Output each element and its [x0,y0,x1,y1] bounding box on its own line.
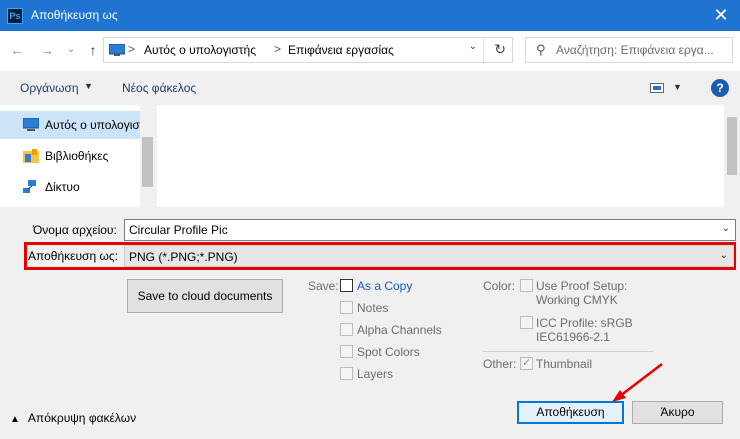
photoshop-logo-icon: Ps [7,8,23,24]
use-proof-setup-label: Use Proof Setup: [536,279,628,293]
title-bar: Ps Αποθήκευση ως ✕ [0,0,740,31]
other-options-caption: Other: [483,357,517,371]
save-type-chevron-icon[interactable]: ⌄ [720,250,728,261]
spot-colors-label: Spot Colors [357,345,420,359]
icc-profile-checkbox[interactable] [520,316,533,329]
icc-profile-value: IEC61966-2.1 [536,330,611,344]
hide-folders-label: Απόκρυψη φακέλων [27,411,137,425]
chevron-up-icon: ▲ [10,414,20,425]
organize-caret-icon[interactable]: ▼ [84,81,93,91]
file-list-scrollbar-thumb[interactable] [727,117,737,175]
view-options-icon[interactable] [650,83,664,93]
tree-scrollbar[interactable] [140,105,155,207]
save-to-cloud-button[interactable]: Save to cloud documents [127,279,283,313]
forward-arrow-icon[interactable]: → [38,41,56,59]
file-list[interactable] [157,105,724,207]
save-type-value: PNG (*.PNG;*.PNG) [129,250,238,264]
tree-item-network[interactable]: Δίκτυο [0,173,140,201]
layers-checkbox[interactable] [340,367,353,380]
icc-profile-label: ICC Profile: sRGB [536,316,633,330]
notes-checkbox[interactable] [340,301,353,314]
layers-label: Layers [357,367,394,381]
address-bar[interactable]: > Αυτός ο υπολογιστής > Επιφάνεια εργασί… [103,37,513,63]
organize-menu-button[interactable]: Οργάνωση [20,81,79,95]
filename-value[interactable]: Circular Profile Pic [129,223,228,237]
search-icon: ⚲ [536,42,546,57]
hide-folders-toggle[interactable]: ▲ Απόκρυψη φακέλων [10,411,136,425]
tree-item-this-pc[interactable]: Αυτός ο υπολογιστής [0,111,140,139]
refresh-icon[interactable]: ↻ [494,41,506,58]
use-proof-setup-checkbox[interactable] [520,279,533,292]
new-folder-button[interactable]: Νέος φάκελος [122,81,196,95]
filename-label: Όνομα αρχείου: [33,223,117,237]
view-options-caret-icon[interactable]: ▼ [673,82,682,92]
command-toolbar: Οργάνωση ▼ Νέος φάκελος ▼ ? [0,71,740,105]
tree-item-label: Αυτός ο υπολογιστής [45,118,140,132]
address-divider [483,38,484,62]
navigation-row: ← → ⌄ ↑ > Αυτός ο υπολογιστής > Επιφάνει… [0,31,740,71]
computer-icon [23,118,39,131]
thumbnail-label: Thumbnail [536,357,593,371]
help-icon[interactable]: ? [711,79,729,97]
tree-scrollbar-thumb[interactable] [142,137,153,187]
file-list-scrollbar[interactable] [724,105,740,207]
window-title: Αποθήκευση ως [31,8,118,22]
alpha-channels-checkbox[interactable] [340,323,353,336]
options-divider [483,351,653,352]
thumbnail-checkbox[interactable] [520,356,533,370]
notes-label: Notes [357,301,389,315]
address-dropdown-chevron-icon[interactable]: ⌄ [469,41,477,52]
up-arrow-icon[interactable]: ↑ [84,41,102,59]
alpha-channels-label: Alpha Channels [357,323,442,337]
breadcrumb-separator[interactable]: > [128,42,135,56]
recent-locations-chevron-icon[interactable]: ⌄ [62,41,80,59]
library-icon [23,149,39,163]
filename-field[interactable]: Circular Profile Pic ⌄ [124,219,736,241]
spot-colors-checkbox[interactable] [340,345,353,358]
breadcrumb-this-pc[interactable]: Αυτός ο υπολογιστής [144,43,256,57]
save-options-caption: Save: [308,279,339,293]
tree-item-libraries[interactable]: Βιβλιοθήκες [0,142,140,170]
tree-item-label: Βιβλιοθήκες [45,149,109,163]
save-as-dialog: Ps Αποθήκευση ως ✕ ← → ⌄ ↑ > Αυτός ο υπο… [0,0,740,439]
close-icon[interactable]: ✕ [710,4,732,26]
breadcrumb-desktop[interactable]: Επιφάνεια εργασίας [288,43,394,57]
computer-icon [109,44,125,56]
as-a-copy-label[interactable]: As a Copy [357,279,412,293]
back-arrow-icon[interactable]: ← [8,41,26,59]
save-type-select[interactable]: PNG (*.PNG;*.PNG) ⌄ [124,245,734,267]
tree-item-label: Δίκτυο [45,180,80,194]
search-input[interactable]: Αναζήτηση: Επιφάνεια εργα... [556,43,728,57]
proof-setup-value: Working CMYK [536,293,618,307]
as-a-copy-checkbox[interactable] [340,279,353,292]
navigation-pane: Αυτός ο υπολογιστής Βιβλιοθήκες Δίκτυο [0,105,155,207]
search-box[interactable]: ⚲ Αναζήτηση: Επιφάνεια εργα... [525,37,733,63]
network-icon [23,180,36,193]
annotation-arrow-icon [612,363,663,402]
breadcrumb-separator[interactable]: > [274,42,281,56]
filename-dropdown-chevron-icon[interactable]: ⌄ [722,223,730,234]
color-options-caption: Color: [483,279,516,293]
save-type-label: Αποθήκευση ως: [28,249,118,263]
